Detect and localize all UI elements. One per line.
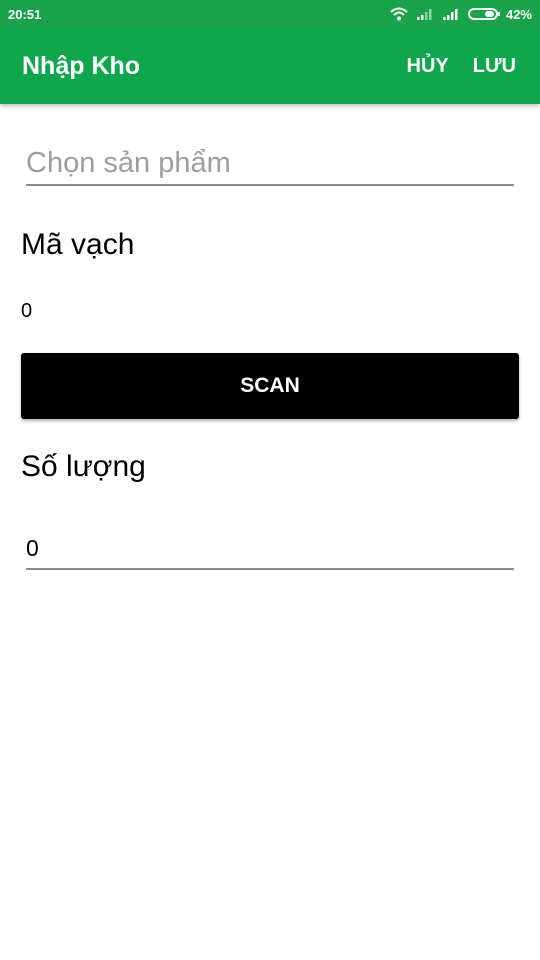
wifi-icon [390, 7, 408, 21]
signal-icon [416, 8, 434, 20]
status-bar: 20:51 42% [0, 0, 540, 28]
cancel-button[interactable]: HỦY [395, 47, 461, 86]
barcode-label: Mã vạch [21, 228, 135, 261]
app-bar: Nhập Kho HỦY LƯU [0, 28, 540, 104]
signal-icon [442, 8, 460, 20]
scan-button[interactable]: SCAN [21, 353, 519, 419]
battery-fill [484, 11, 494, 17]
status-time: 20:51 [8, 6, 42, 22]
product-select-field[interactable] [26, 142, 514, 186]
quantity-field[interactable] [26, 528, 514, 570]
battery-icon [467, 8, 500, 20]
save-button[interactable]: LƯU [461, 47, 528, 86]
battery-percent: 42% [505, 6, 532, 22]
page-title: Nhập Kho [22, 51, 141, 80]
quantity-label: Số lượng [21, 450, 146, 483]
barcode-value: 0 [21, 300, 33, 322]
status-icons: 42% [390, 7, 532, 22]
